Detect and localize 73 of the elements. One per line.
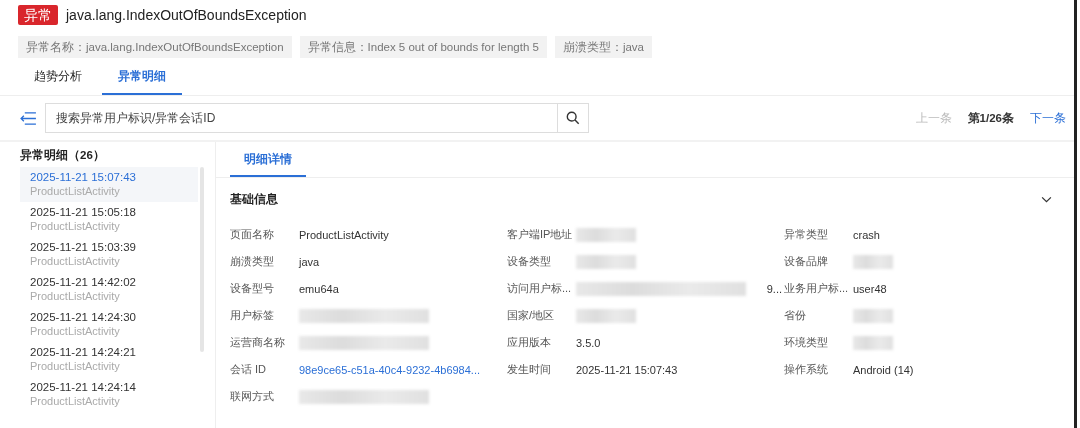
field-label: 联网方式 — [230, 389, 274, 404]
field-label: 运营商名称 — [230, 335, 285, 350]
list-item[interactable]: 2025-11-21 15:07:43 ProductListActivity — [20, 167, 198, 202]
item-page: ProductListActivity — [30, 360, 121, 373]
field-label: 业务用户标... — [784, 281, 849, 296]
item-page: ProductListActivity — [30, 185, 121, 198]
item-page: ProductListActivity — [30, 395, 121, 408]
field-label: 操作系统 — [784, 362, 828, 377]
field-label: 设备型号 — [230, 281, 274, 296]
field-label: 应用版本 — [507, 335, 551, 350]
list-item[interactable]: 2025-11-21 14:42:02 ProductListActivity — [20, 272, 198, 307]
next-link[interactable]: 下一条 — [1030, 110, 1066, 126]
list-item[interactable]: 2025-11-21 14:24:30 ProductListActivity — [20, 307, 198, 342]
exception-title: java.lang.IndexOutOfBoundsException — [66, 7, 307, 23]
field-value: 9... — [766, 282, 783, 295]
redacted-value — [853, 308, 893, 323]
field-value: user48 — [853, 282, 887, 295]
field-value: java — [299, 255, 320, 268]
item-time: 2025-11-21 14:24:14 — [30, 380, 137, 395]
item-page: ProductListActivity — [30, 325, 121, 338]
item-time: 2025-11-21 15:03:39 — [30, 240, 137, 255]
list-item[interactable]: 2025-11-21 14:24:14 ProductListActivity — [20, 377, 198, 412]
item-time: 2025-11-21 14:42:02 — [30, 275, 137, 290]
field-label: 会话 ID — [230, 362, 267, 377]
redacted-value — [853, 335, 893, 350]
field-label: 客户端IP地址 — [507, 227, 573, 242]
page-position: 第1/26条 — [967, 110, 1014, 126]
list-title: 异常明细（26） — [20, 148, 106, 163]
list-item[interactable]: 2025-11-21 15:03:39 ProductListActivity — [20, 237, 198, 272]
section-title: 基础信息 — [230, 192, 278, 207]
item-time: 2025-11-21 15:05:18 — [30, 205, 137, 220]
item-page: ProductListActivity — [30, 255, 121, 268]
redacted-value — [576, 227, 636, 242]
tab[interactable]: 趋势分析 — [18, 66, 98, 95]
field-label: 访问用户标... — [507, 281, 572, 296]
field-label: 发生时间 — [507, 362, 551, 377]
field-label: 环境类型 — [784, 335, 828, 350]
redacted-value — [576, 308, 636, 323]
list-item[interactable]: 2025-11-21 15:05:18 ProductListActivity — [20, 202, 198, 237]
field-label: 崩溃类型 — [230, 254, 274, 269]
info-tag: 异常信息：Index 5 out of bounds for length 5 — [299, 36, 547, 58]
search-icon — [566, 111, 580, 125]
redacted-value — [853, 254, 893, 269]
field-value: Android (14) — [853, 363, 914, 376]
item-time: 2025-11-21 15:07:43 — [30, 170, 137, 185]
chevron-icon[interactable] — [1041, 196, 1052, 203]
tab[interactable]: 明细详情 — [230, 145, 306, 177]
search-field[interactable]: 搜索异常用户标识/异常会话ID — [45, 103, 557, 133]
exception-badge: 异常 — [18, 5, 58, 25]
item-page: ProductListActivity — [30, 220, 121, 233]
field-value: 3.5.0 — [576, 336, 601, 349]
field-value: emu64a — [299, 282, 339, 295]
field-value: ProductListActivity — [299, 228, 389, 241]
field-label: 设备品牌 — [784, 254, 828, 269]
field-label: 设备类型 — [507, 254, 551, 269]
tab[interactable]: 异常明细 — [102, 66, 182, 95]
item-page: ProductListActivity — [30, 290, 121, 303]
field-label: 页面名称 — [230, 227, 274, 242]
list-item[interactable]: 2025-11-21 14:24:21 ProductListActivity — [20, 342, 198, 377]
field-value: 2025-11-21 15:07:43 — [576, 363, 678, 376]
info-tag: 异常名称：java.lang.IndexOutOfBoundsException — [18, 36, 292, 58]
field-value: crash — [853, 228, 880, 241]
session-id-link[interactable]: 98e9ce65-c51a-40c4-9232-4b6984... — [299, 363, 481, 376]
redacted-value — [576, 254, 636, 269]
search-button[interactable] — [557, 103, 589, 133]
field-label: 国家/地区 — [507, 308, 555, 323]
field-label: 省份 — [784, 308, 806, 323]
field-label: 异常类型 — [784, 227, 828, 242]
info-tag: 崩溃类型：java — [554, 36, 652, 58]
field-label: 用户标签 — [230, 308, 274, 323]
collapse-menu-icon[interactable] — [20, 111, 37, 125]
item-time: 2025-11-21 14:24:21 — [30, 345, 137, 360]
item-time: 2025-11-21 14:24:30 — [30, 310, 137, 325]
